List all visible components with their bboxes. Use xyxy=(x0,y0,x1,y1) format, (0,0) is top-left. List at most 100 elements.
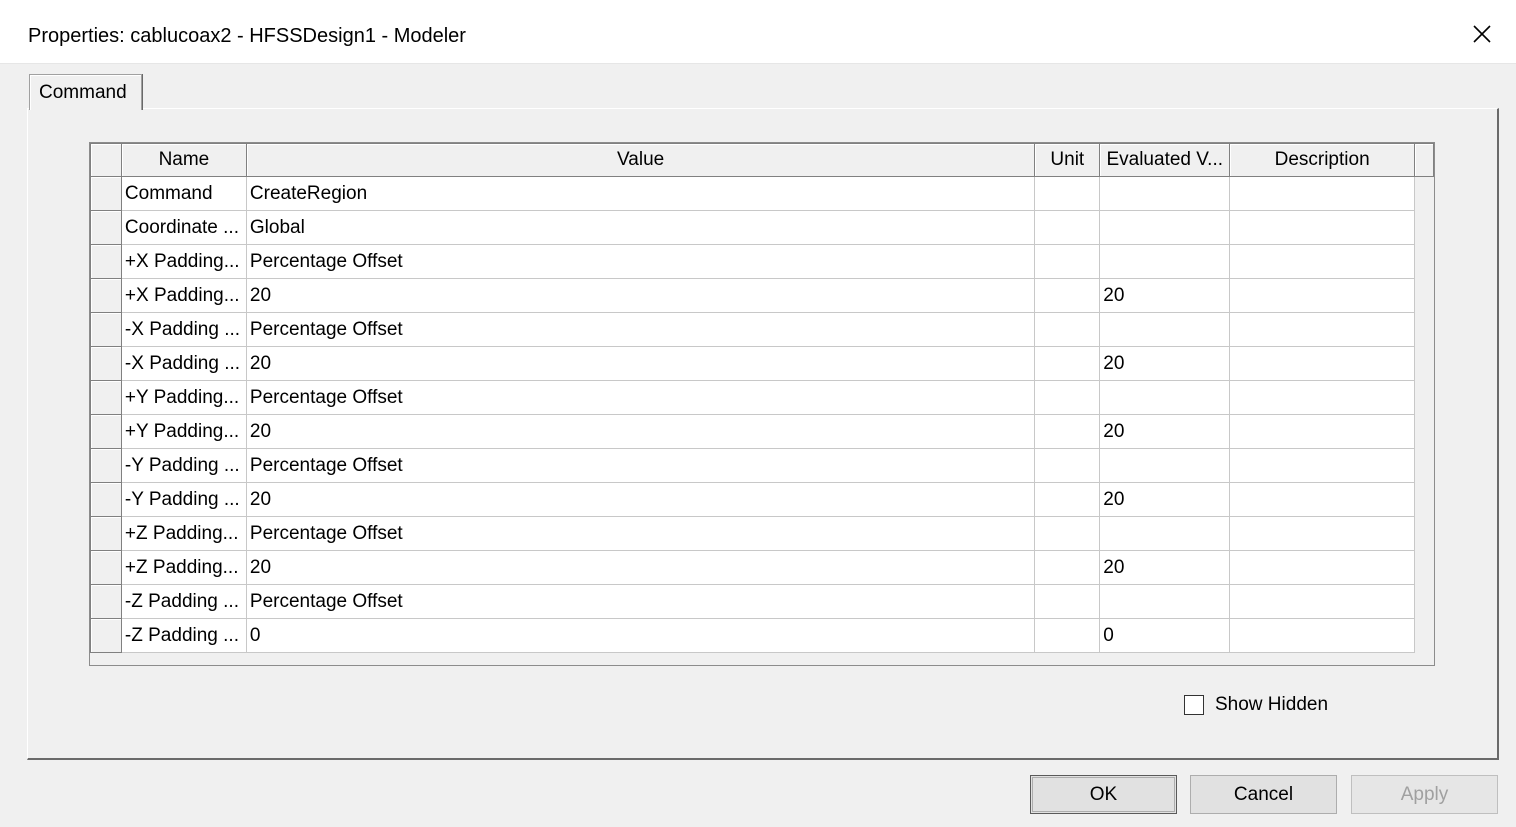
description-cell[interactable] xyxy=(1229,550,1416,585)
name-cell[interactable]: +X Padding... xyxy=(120,244,247,279)
name-cell[interactable]: -Y Padding ... xyxy=(120,448,247,483)
unit-cell[interactable] xyxy=(1034,278,1101,313)
name-cell[interactable]: Coordinate ... xyxy=(120,210,247,245)
name-cell[interactable]: +Y Padding... xyxy=(120,380,247,415)
row-selector[interactable] xyxy=(90,380,122,415)
value-cell[interactable]: Percentage Offset xyxy=(245,244,1036,279)
name-cell[interactable]: -Z Padding ... xyxy=(120,584,247,619)
ok-button[interactable]: OK xyxy=(1030,775,1177,814)
name-cell[interactable]: -X Padding ... xyxy=(120,312,247,347)
column-header-name[interactable]: Name xyxy=(120,143,247,177)
row-selector[interactable] xyxy=(90,482,122,517)
value-cell[interactable]: CreateRegion xyxy=(245,176,1036,211)
table-row[interactable]: +X Padding... 20 20 xyxy=(90,278,1434,313)
table-row[interactable]: -Y Padding ... Percentage Offset xyxy=(90,448,1434,483)
description-cell[interactable] xyxy=(1229,482,1416,517)
unit-cell[interactable] xyxy=(1034,550,1101,585)
row-selector[interactable] xyxy=(90,346,122,381)
name-cell[interactable]: +X Padding... xyxy=(120,278,247,313)
value-cell[interactable]: Percentage Offset xyxy=(245,516,1036,551)
unit-cell[interactable] xyxy=(1034,448,1101,483)
column-header-description[interactable]: Description xyxy=(1229,143,1416,177)
description-cell[interactable] xyxy=(1229,278,1416,313)
row-selector[interactable] xyxy=(90,516,122,551)
name-cell[interactable]: -Y Padding ... xyxy=(120,482,247,517)
row-selector[interactable] xyxy=(90,312,122,347)
evaluated-value-cell xyxy=(1099,176,1231,211)
row-selector[interactable] xyxy=(90,550,122,585)
value-cell[interactable]: 20 xyxy=(245,414,1036,449)
value-cell[interactable]: 20 xyxy=(245,346,1036,381)
unit-cell[interactable] xyxy=(1034,584,1101,619)
name-cell[interactable]: -X Padding ... xyxy=(120,346,247,381)
description-cell[interactable] xyxy=(1229,176,1416,211)
unit-cell[interactable] xyxy=(1034,176,1101,211)
unit-cell[interactable] xyxy=(1034,244,1101,279)
unit-cell[interactable] xyxy=(1034,618,1101,653)
value-cell[interactable]: 20 xyxy=(245,550,1036,585)
row-selector[interactable] xyxy=(90,176,122,211)
description-cell[interactable] xyxy=(1229,618,1416,653)
table-row[interactable]: Command CreateRegion xyxy=(90,176,1434,211)
tab-command[interactable]: Command xyxy=(29,74,142,110)
name-cell[interactable]: -Z Padding ... xyxy=(120,618,247,653)
close-icon[interactable] xyxy=(1464,16,1500,52)
description-cell[interactable] xyxy=(1229,346,1416,381)
value-cell[interactable]: Global xyxy=(245,210,1036,245)
description-cell[interactable] xyxy=(1229,312,1416,347)
column-header-unit[interactable]: Unit xyxy=(1034,143,1101,177)
description-cell[interactable] xyxy=(1229,244,1416,279)
row-selector[interactable] xyxy=(90,414,122,449)
unit-cell[interactable] xyxy=(1034,210,1101,245)
table-row[interactable]: -Y Padding ... 20 20 xyxy=(90,482,1434,517)
column-header-value[interactable]: Value xyxy=(245,143,1036,177)
table-row[interactable]: -Z Padding ... 0 0 xyxy=(90,618,1434,653)
row-selector[interactable] xyxy=(90,244,122,279)
table-row[interactable]: +X Padding... Percentage Offset xyxy=(90,244,1434,279)
table-row[interactable]: +Z Padding... 20 20 xyxy=(90,550,1434,585)
unit-cell[interactable] xyxy=(1034,346,1101,381)
row-selector[interactable] xyxy=(90,278,122,313)
unit-cell[interactable] xyxy=(1034,482,1101,517)
value-cell[interactable]: Percentage Offset xyxy=(245,312,1036,347)
row-selector-header[interactable] xyxy=(90,143,122,177)
unit-cell[interactable] xyxy=(1034,312,1101,347)
description-cell[interactable] xyxy=(1229,448,1416,483)
properties-table: Name Value Unit Evaluated V... Descripti… xyxy=(90,143,1434,653)
table-row[interactable]: +Y Padding... 20 20 xyxy=(90,414,1434,449)
value-cell[interactable]: Percentage Offset xyxy=(245,380,1036,415)
evaluated-value-cell: 20 xyxy=(1099,550,1231,585)
value-cell[interactable]: Percentage Offset xyxy=(245,584,1036,619)
row-selector[interactable] xyxy=(90,448,122,483)
unit-cell[interactable] xyxy=(1034,414,1101,449)
name-cell[interactable]: +Y Padding... xyxy=(120,414,247,449)
row-selector[interactable] xyxy=(90,584,122,619)
table-row[interactable]: -X Padding ... Percentage Offset xyxy=(90,312,1434,347)
unit-cell[interactable] xyxy=(1034,516,1101,551)
table-row[interactable]: -Z Padding ... Percentage Offset xyxy=(90,584,1434,619)
table-row[interactable]: +Y Padding... Percentage Offset xyxy=(90,380,1434,415)
row-spacer xyxy=(1414,414,1434,449)
title-bar: Properties: cablucoax2 - HFSSDesign1 - M… xyxy=(0,0,1516,64)
column-header-evaluated-value[interactable]: Evaluated V... xyxy=(1099,143,1231,177)
unit-cell[interactable] xyxy=(1034,380,1101,415)
description-cell[interactable] xyxy=(1229,210,1416,245)
table-row[interactable]: +Z Padding... Percentage Offset xyxy=(90,516,1434,551)
show-hidden-checkbox[interactable] xyxy=(1184,695,1204,715)
row-selector[interactable] xyxy=(90,210,122,245)
row-selector[interactable] xyxy=(90,618,122,653)
value-cell[interactable]: 20 xyxy=(245,278,1036,313)
description-cell[interactable] xyxy=(1229,414,1416,449)
description-cell[interactable] xyxy=(1229,584,1416,619)
value-cell[interactable]: 20 xyxy=(245,482,1036,517)
table-row[interactable]: -X Padding ... 20 20 xyxy=(90,346,1434,381)
name-cell[interactable]: +Z Padding... xyxy=(120,550,247,585)
cancel-button[interactable]: Cancel xyxy=(1190,775,1337,814)
table-row[interactable]: Coordinate ... Global xyxy=(90,210,1434,245)
value-cell[interactable]: 0 xyxy=(245,618,1036,653)
name-cell[interactable]: Command xyxy=(120,176,247,211)
value-cell[interactable]: Percentage Offset xyxy=(245,448,1036,483)
description-cell[interactable] xyxy=(1229,516,1416,551)
description-cell[interactable] xyxy=(1229,380,1416,415)
name-cell[interactable]: +Z Padding... xyxy=(120,516,247,551)
